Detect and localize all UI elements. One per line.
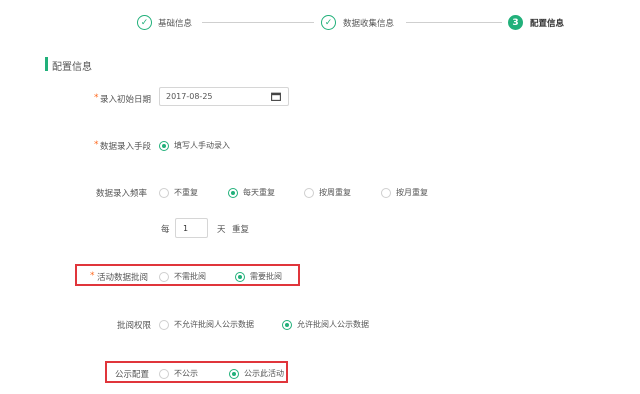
- publish-label: 公示配置: [115, 370, 150, 380]
- step-connector-1: [202, 22, 314, 23]
- frequency-option-label: 每天重复: [243, 188, 275, 197]
- permission-option-label: 不允许批阅人公示数据: [174, 320, 254, 329]
- step-3-label: 配置信息: [530, 19, 565, 29]
- required-marker: *: [90, 271, 95, 281]
- frequency-option-label: 按周重复: [319, 188, 351, 197]
- publish-option-activity[interactable]: 公示此活动: [229, 368, 284, 379]
- radio-selected-icon: [228, 187, 238, 198]
- required-marker: *: [94, 140, 99, 150]
- permission-option-label: 允许批阅人公示数据: [297, 320, 369, 329]
- entry-method-option-label: 填写人手动录入: [174, 141, 230, 150]
- radio-icon: [159, 319, 169, 330]
- step-1-label: 基础信息: [158, 19, 193, 29]
- radio-icon: [159, 187, 169, 198]
- approval-option-label: 不需批阅: [174, 272, 206, 281]
- approval-label: 活动数据批阅: [97, 273, 149, 283]
- radio-icon: [159, 368, 169, 379]
- frequency-label: 数据录入频率: [96, 189, 148, 199]
- repeat-interval-input[interactable]: 1: [175, 218, 208, 238]
- repeat-unit: 天: [217, 225, 226, 235]
- approval-option-label: 需要批阅: [250, 272, 282, 281]
- repeat-suffix: 重复: [232, 225, 250, 235]
- step-connector-2: [406, 22, 502, 23]
- step-2-check-icon: ✓: [321, 15, 336, 30]
- publish-option-label: 公示此活动: [244, 369, 284, 378]
- step-2-label: 数据收集信息: [343, 19, 395, 29]
- repeat-interval-value: 1: [183, 224, 189, 233]
- permission-option-allow[interactable]: 允许批阅人公示数据: [282, 319, 369, 330]
- frequency-option-label: 不重复: [174, 188, 198, 197]
- frequency-option-monthly[interactable]: 按月重复: [381, 187, 428, 198]
- radio-selected-icon: [282, 319, 292, 330]
- calendar-icon[interactable]: [271, 92, 281, 101]
- entry-method-label: 数据录入手段: [100, 142, 152, 152]
- entry-method-option-manual[interactable]: 填写人手动录入: [159, 140, 230, 151]
- publish-option-label: 不公示: [174, 369, 198, 378]
- radio-icon: [381, 187, 391, 198]
- step-1-check-icon: ✓: [137, 15, 152, 30]
- publish-option-none[interactable]: 不公示: [159, 368, 198, 379]
- frequency-option-none[interactable]: 不重复: [159, 187, 198, 198]
- permission-label: 批阅权限: [117, 321, 152, 331]
- radio-selected-icon: [235, 271, 245, 282]
- required-marker: *: [94, 93, 99, 103]
- section-accent-bar: [45, 57, 48, 71]
- start-date-label: 录入初始日期: [100, 95, 152, 105]
- radio-selected-icon: [229, 368, 239, 379]
- frequency-option-weekly[interactable]: 按周重复: [304, 187, 351, 198]
- radio-selected-icon: [159, 140, 169, 151]
- start-date-input[interactable]: 2017-08-25: [159, 87, 289, 106]
- frequency-option-label: 按月重复: [396, 188, 428, 197]
- start-date-value: 2017-08-25: [166, 92, 213, 101]
- step-3-number: 3: [508, 15, 523, 30]
- permission-option-disallow[interactable]: 不允许批阅人公示数据: [159, 319, 254, 330]
- radio-icon: [304, 187, 314, 198]
- approval-option-none[interactable]: 不需批阅: [159, 271, 206, 282]
- radio-icon: [159, 271, 169, 282]
- repeat-prefix: 每: [161, 225, 170, 235]
- approval-option-required[interactable]: 需要批阅: [235, 271, 282, 282]
- frequency-option-daily[interactable]: 每天重复: [228, 187, 275, 198]
- section-title: 配置信息: [52, 62, 92, 73]
